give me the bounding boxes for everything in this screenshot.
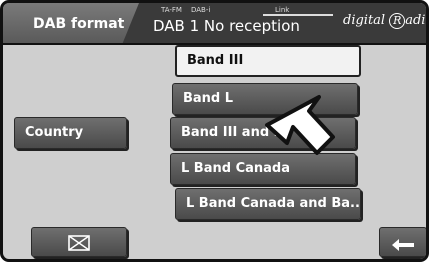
screen-title: DAB format [33, 16, 125, 32]
digital-radio-logo: digital Radio [343, 13, 426, 29]
back-arrow-icon [388, 235, 418, 251]
touch-cursor-icon [265, 95, 335, 155]
band-option-band-iii[interactable]: Band III [175, 45, 361, 77]
dab-format-screen: DAB format TA-FM DAB-i Link DAB 1 No rec… [0, 0, 429, 262]
header-bar: DAB format TA-FM DAB-i Link DAB 1 No rec… [3, 3, 426, 43]
country-button[interactable]: Country [14, 117, 127, 149]
band-option-l-band-canada-and-ba[interactable]: L Band Canada and Ba..... [175, 188, 361, 220]
station-status: DAB 1 No reception [153, 17, 300, 35]
back-button[interactable] [379, 227, 426, 257]
message-button[interactable] [31, 227, 127, 257]
dab-i-indicator: DAB-i [191, 6, 211, 14]
ta-fm-indicator: TA-FM [161, 6, 182, 14]
envelope-icon [68, 234, 90, 251]
link-indicator-bar [263, 14, 333, 16]
link-indicator: Link [275, 6, 290, 14]
